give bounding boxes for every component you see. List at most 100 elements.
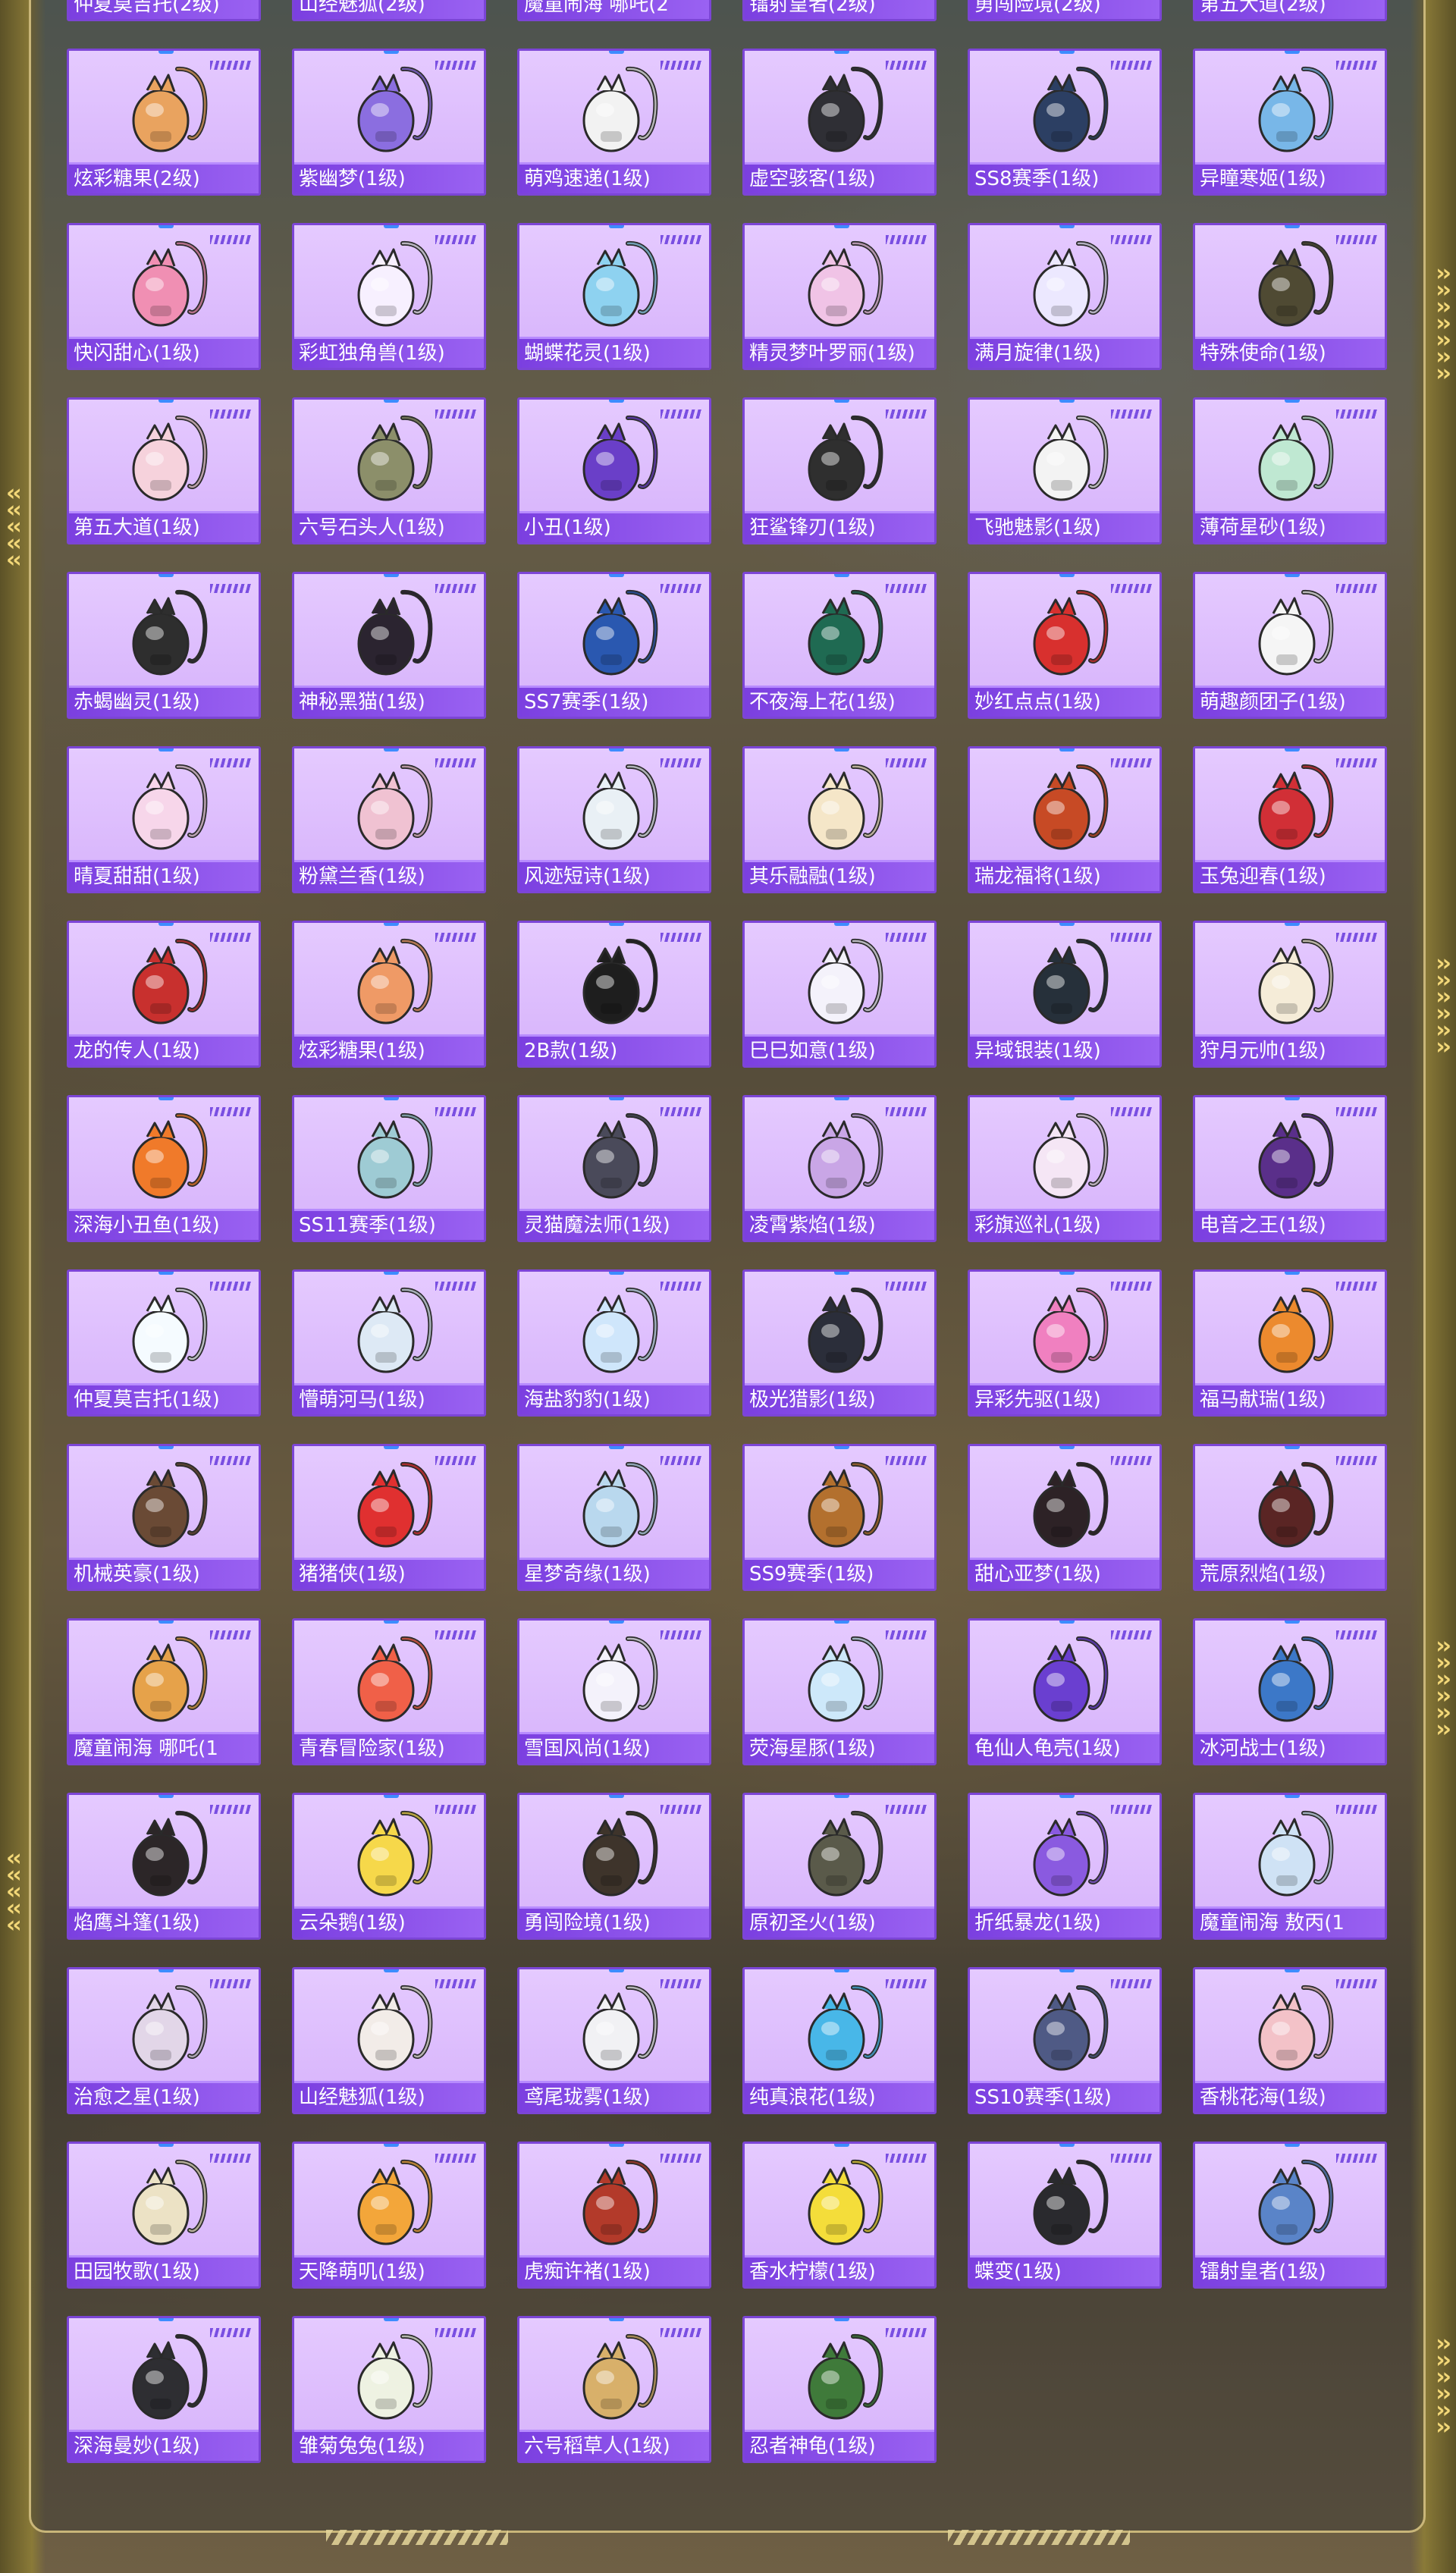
backpack-item-card[interactable]: SS10赛季(1级) — [968, 1967, 1162, 2114]
backpack-item-card[interactable]: 异域银装(1级) — [968, 921, 1162, 1068]
backpack-item-card[interactable]: 星梦奇缘(1级) — [517, 1444, 711, 1591]
backpack-item-card[interactable]: 青春冒险家(1级) — [292, 1618, 486, 1765]
backpack-item-card[interactable]: 炫彩糖果(1级) — [292, 921, 486, 1068]
backpack-item-card[interactable]: 薄荷星砂(1级) — [1193, 397, 1387, 544]
backpack-item-card[interactable]: 甜心亚梦(1级) — [968, 1444, 1162, 1591]
backpack-item-card[interactable]: 虎痴许褚(1级) — [517, 2142, 711, 2289]
backpack-item-card[interactable]: 魔童闹海 敖丙(1 — [1193, 1793, 1387, 1940]
backpack-item-card[interactable]: 荒原烈焰(1级) — [1193, 1444, 1387, 1591]
backpack-item-card[interactable]: 萌鸡速递(1级) — [517, 49, 711, 196]
backpack-item-card[interactable]: 天降萌叽(1级) — [292, 2142, 486, 2289]
card-top-tab — [1059, 1097, 1075, 1100]
card-top-tab — [158, 400, 174, 403]
backpack-item-card[interactable]: 六号稻草人(1级) — [517, 2316, 711, 2463]
backpack-item-card[interactable]: 原初圣火(1级) — [742, 1793, 937, 1940]
backpack-item-card[interactable]: 飞驰魅影(1级) — [968, 397, 1162, 544]
backpack-item-card[interactable]: SS11赛季(1级) — [292, 1095, 486, 1242]
backpack-item-card[interactable]: 巳巳如意(1级) — [742, 921, 937, 1068]
backpack-item-card[interactable]: 魔童闹海 哪吒(2 — [517, 0, 711, 21]
flag-backpack-icon — [1033, 1112, 1109, 1199]
backpack-item-card[interactable]: 云朵鹅(1级) — [292, 1793, 486, 1940]
backpack-item-card[interactable]: 深海小丑鱼(1级) — [67, 1095, 261, 1242]
backpack-item-card[interactable]: 六号石头人(1级) — [292, 397, 486, 544]
backpack-item-card[interactable]: 荧海星豚(1级) — [742, 1618, 937, 1765]
backpack-item-card[interactable]: 镭射皇者(2级) — [742, 0, 937, 21]
backpack-item-card[interactable]: 福马献瑞(1级) — [1193, 1269, 1387, 1417]
backpack-item-card[interactable]: 治愈之星(1级) — [67, 1967, 261, 2114]
backpack-item-card[interactable]: 玉兔迎春(1级) — [1193, 746, 1387, 893]
backpack-item-card[interactable]: 2B款(1级) — [517, 921, 711, 1068]
backpack-item-card[interactable]: 狂鲨锋刃(1级) — [742, 397, 937, 544]
backpack-item-card[interactable]: 第五大道(2级) — [1193, 0, 1387, 21]
rarity-stripes-icon — [661, 1107, 701, 1116]
backpack-item-card[interactable]: 凌霄紫焰(1级) — [742, 1095, 937, 1242]
card-top-tab — [158, 1621, 174, 1624]
backpack-item-card[interactable]: 龟仙人龟壳(1级) — [968, 1618, 1162, 1765]
backpack-item-card[interactable]: 雪国风尚(1级) — [517, 1618, 711, 1765]
backpack-item-card[interactable]: 香水柠檬(1级) — [742, 2142, 937, 2289]
backpack-item-card[interactable]: 不夜海上花(1级) — [742, 572, 937, 719]
backpack-item-card[interactable]: 忍者神龟(1级) — [742, 2316, 937, 2463]
backpack-item-card[interactable]: 冰河战士(1级) — [1193, 1618, 1387, 1765]
backpack-item-card[interactable]: 魔童闹海 哪吒(1 — [67, 1618, 261, 1765]
purple-flame-backpack-icon — [808, 1112, 883, 1199]
backpack-item-card[interactable]: 其乐融融(1级) — [742, 746, 937, 893]
backpack-item-card[interactable]: 小丑(1级) — [517, 397, 711, 544]
backpack-item-card[interactable]: 电音之王(1级) — [1193, 1095, 1387, 1242]
backpack-item-card[interactable]: 紫幽梦(1级) — [292, 49, 486, 196]
backpack-item-card[interactable]: 瑞龙福将(1级) — [968, 746, 1162, 893]
backpack-item-card[interactable]: 风迹短诗(1级) — [517, 746, 711, 893]
backpack-item-card[interactable]: 纯真浪花(1级) — [742, 1967, 937, 2114]
backpack-item-card[interactable]: 山经魅狐(1级) — [292, 1967, 486, 2114]
backpack-item-card[interactable]: 折纸暴龙(1级) — [968, 1793, 1162, 1940]
backpack-item-card[interactable]: 萌趣颜团子(1级) — [1193, 572, 1387, 719]
backpack-item-card[interactable]: 山经魅狐(2级) — [292, 0, 486, 21]
backpack-item-card[interactable]: 彩虹独角兽(1级) — [292, 223, 486, 370]
backpack-item-card[interactable]: 懵萌河马(1级) — [292, 1269, 486, 1417]
backpack-item-card[interactable]: 香桃花海(1级) — [1193, 1967, 1387, 2114]
backpack-item-card[interactable]: 海盐豹豹(1级) — [517, 1269, 711, 1417]
backpack-item-card[interactable]: 焰鹰斗篷(1级) — [67, 1793, 261, 1940]
backpack-item-card[interactable]: 异瞳寒姬(1级) — [1193, 49, 1387, 196]
backpack-item-card[interactable]: 极光猎影(1级) — [742, 1269, 937, 1417]
rarity-stripes-icon — [1336, 933, 1377, 942]
backpack-item-card[interactable]: 快闪甜心(1级) — [67, 223, 261, 370]
backpack-item-card[interactable]: 赤蝎幽灵(1级) — [67, 572, 261, 719]
backpack-item-card[interactable]: SS7赛季(1级) — [517, 572, 711, 719]
backpack-item-card[interactable]: 机械英豪(1级) — [67, 1444, 261, 1591]
backpack-item-card[interactable]: 虚空骇客(1级) — [742, 49, 937, 196]
backpack-item-card[interactable]: 蝶变(1级) — [968, 2142, 1162, 2289]
item-name-label: 龙的传人(1级) — [69, 1037, 259, 1065]
backpack-item-card[interactable]: 镭射皇者(1级) — [1193, 2142, 1387, 2289]
backpack-item-card[interactable]: SS9赛季(1级) — [742, 1444, 937, 1591]
backpack-item-card[interactable]: 满月旋律(1级) — [968, 223, 1162, 370]
backpack-item-card[interactable]: SS8赛季(1级) — [968, 49, 1162, 196]
backpack-item-card[interactable]: 田园牧歌(1级) — [67, 2142, 261, 2289]
backpack-item-card[interactable]: 勇闯险境(2级) — [968, 0, 1162, 21]
backpack-item-card[interactable]: 精灵梦叶罗丽(1级) — [742, 223, 937, 370]
backpack-item-card[interactable]: 异彩先驱(1级) — [968, 1269, 1162, 1417]
backpack-item-card[interactable]: 仲夏莫吉托(2级) — [67, 0, 261, 21]
item-name-label: SS9赛季(1级) — [745, 1560, 934, 1589]
item-name-label: 不夜海上花(1级) — [745, 688, 934, 717]
backpack-item-card[interactable]: 蝴蝶花灵(1级) — [517, 223, 711, 370]
backpack-item-card[interactable]: 鸢尾珑雾(1级) — [517, 1967, 711, 2114]
rarity-stripes-icon — [435, 2328, 476, 2337]
rarity-stripes-icon — [1336, 1107, 1377, 1116]
backpack-item-card[interactable]: 勇闯险境(1级) — [517, 1793, 711, 1940]
backpack-item-card[interactable]: 晴夏甜甜(1级) — [67, 746, 261, 893]
backpack-item-card[interactable]: 妙红点点(1级) — [968, 572, 1162, 719]
backpack-item-card[interactable]: 粉黛兰香(1级) — [292, 746, 486, 893]
backpack-item-card[interactable]: 仲夏莫吉托(1级) — [67, 1269, 261, 1417]
backpack-item-card[interactable]: 灵猫魔法师(1级) — [517, 1095, 711, 1242]
backpack-item-card[interactable]: 神秘黑猫(1级) — [292, 572, 486, 719]
backpack-item-card[interactable]: 特殊使命(1级) — [1193, 223, 1387, 370]
backpack-item-card[interactable]: 彩旗巡礼(1级) — [968, 1095, 1162, 1242]
backpack-item-card[interactable]: 猪猪侠(1级) — [292, 1444, 486, 1591]
backpack-item-card[interactable]: 龙的传人(1级) — [67, 921, 261, 1068]
backpack-item-card[interactable]: 炫彩糖果(2级) — [67, 49, 261, 196]
backpack-item-card[interactable]: 第五大道(1级) — [67, 397, 261, 544]
backpack-item-card[interactable]: 雏菊兔兔(1级) — [292, 2316, 486, 2463]
backpack-item-card[interactable]: 狩月元帅(1级) — [1193, 921, 1387, 1068]
backpack-item-card[interactable]: 深海曼妙(1级) — [67, 2316, 261, 2463]
